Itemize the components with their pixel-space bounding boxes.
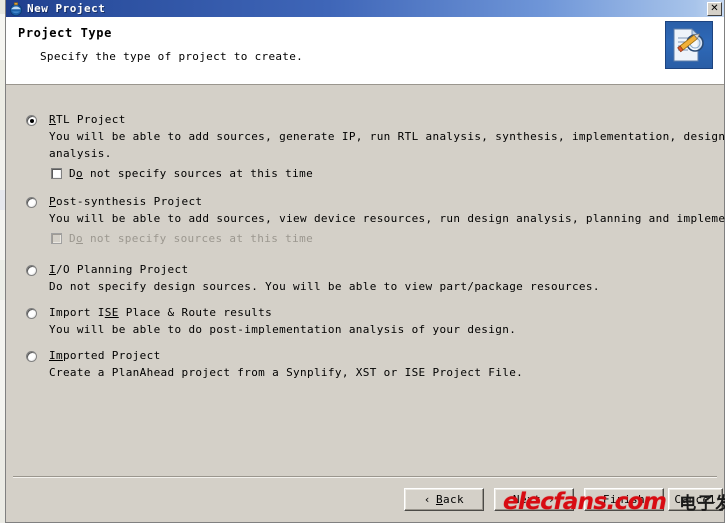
label-accel: Im [49,349,63,362]
next-button[interactable]: Next › [494,488,574,511]
new-project-icon [9,1,23,16]
checkbox-do-not-specify-sources-post-synthesis [51,233,62,244]
radio-post-synthesis-project[interactable] [26,197,37,208]
option-label-rtl-project: RTL Project [49,113,126,126]
option-label-import-ise: Import ISE Place & Route results [49,306,272,319]
cancel-label: Cancel [674,493,717,506]
back-arrow-icon: ‹ [423,493,431,506]
label-accel: P [49,195,56,208]
next-label: Next › [512,493,556,506]
radio-rtl-project[interactable] [26,115,37,126]
option-label-imported-project: Imported Project [49,349,161,362]
cb-label-post: not specify sources at this time [82,167,314,180]
label-accel: SE [104,306,119,319]
window-title: New Project [27,2,106,15]
cb-label-post: not specify sources at this time [82,232,314,245]
checkbox-do-not-specify-sources-rtl[interactable] [51,168,62,179]
checkbox-label-post-synthesis: Do not specify sources at this time [69,232,313,245]
option-desc-post-synthesis-line1: You will be able to add sources, view de… [49,212,725,225]
label-post: TL Project [55,113,126,126]
cb-label-pre: D [69,167,76,180]
option-desc-rtl-project-line1: You will be able to add sources, generat… [49,130,725,143]
radio-imported-project[interactable] [26,351,37,362]
radio-import-ise-place-route-results[interactable] [26,308,37,319]
finish-button[interactable]: Finish [584,488,664,511]
option-desc-imported-project-line1: Create a PlanAhead project from a Synpli… [49,366,524,379]
option-label-post-synthesis-project: Post-synthesis Project [49,195,202,208]
option-desc-rtl-project-line2: analysis. [49,147,112,160]
close-button[interactable]: ✕ [707,1,722,16]
label-post: /O Planning Project [55,263,189,276]
option-label-io-planning-project: I/O Planning Project [49,263,188,276]
cb-label-accel: o [75,232,83,245]
finish-label: Finish [602,493,646,506]
new-project-dialog: New Project ✕ Project Type Specify the t… [5,0,725,523]
dialog-body: RTL Project You will be able to add sour… [6,85,725,492]
option-desc-import-ise-line1: You will be able to do post-implementati… [49,323,517,336]
label-post: ost-synthesis Project [55,195,203,208]
dialog-footer: ‹ Back Next › Finish Cancel [6,478,724,523]
close-icon: ✕ [710,2,719,14]
label-post: ported Project [62,349,161,362]
radio-io-planning-project[interactable] [26,265,37,276]
label-pre: Import I [49,306,105,319]
back-button[interactable]: ‹ Back [404,488,484,511]
project-wizard-icon [665,21,713,69]
checkbox-label-rtl: Do not specify sources at this time [69,167,313,180]
label-accel: R [49,113,56,126]
cb-label-pre: D [69,232,76,245]
page-subtitle: Specify the type of project to create. [40,50,304,63]
option-desc-io-planning-line1: Do not specify design sources. You will … [49,280,600,293]
label-post: Place & Route results [118,306,273,319]
back-label-post: ack [442,493,465,506]
title-bar[interactable]: New Project ✕ [6,0,724,17]
back-label-accel: B [435,493,443,506]
dialog-header: Project Type Specify the type of project… [6,17,724,85]
cancel-button[interactable]: Cancel [668,488,723,511]
cb-label-accel: o [75,167,83,180]
page-title: Project Type [18,26,112,40]
label-accel: I [49,263,56,276]
